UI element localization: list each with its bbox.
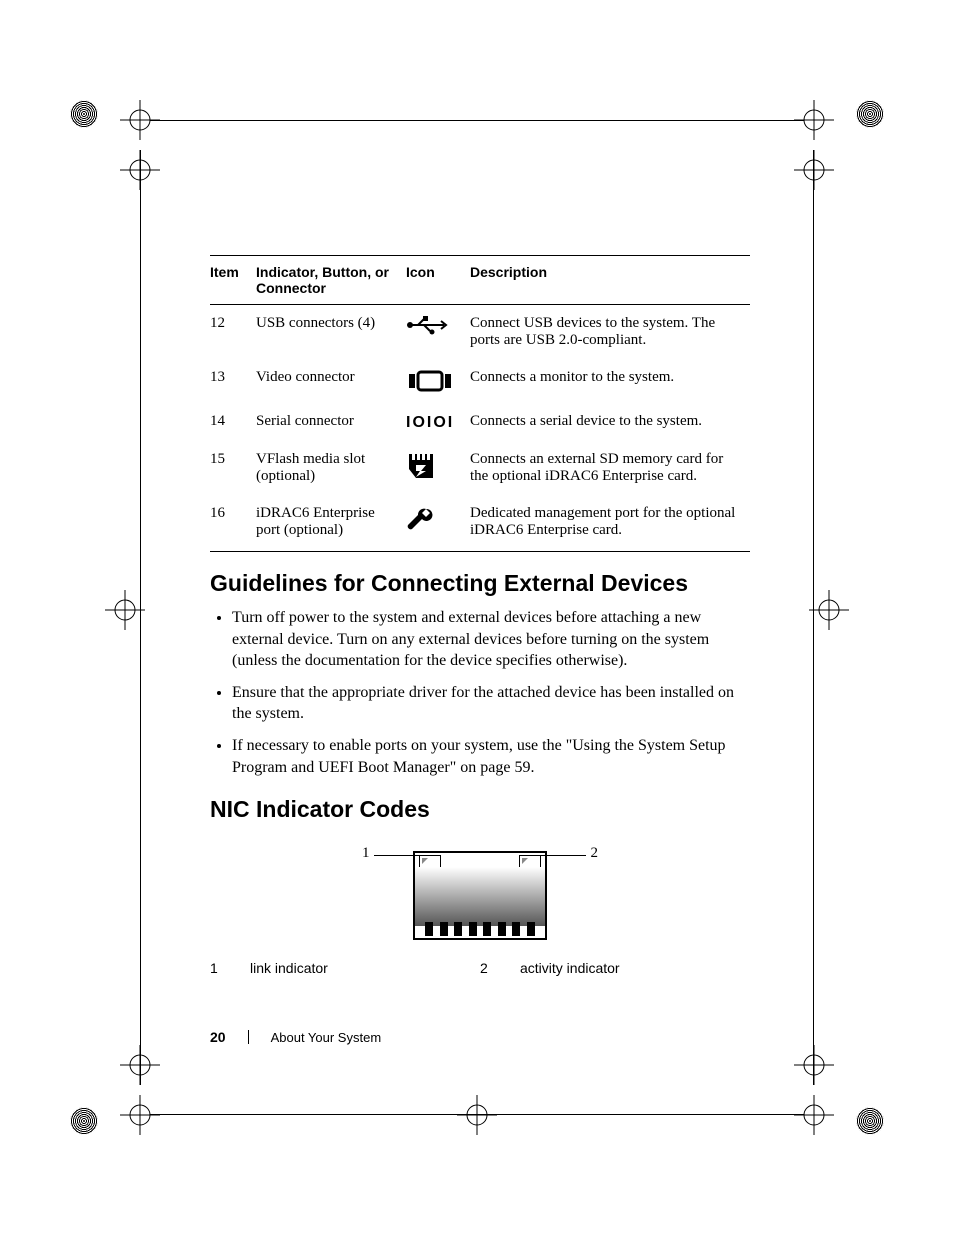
nic-port-graphic [413,851,547,940]
guidelines-heading: Guidelines for Connecting External Devic… [210,570,750,597]
registration-mark [115,95,165,145]
th-icon: Icon [406,256,470,305]
nic-callout-2: 2 [591,845,599,862]
nic-heading: NIC Indicator Codes [210,796,750,823]
registration-mark [789,95,839,145]
nic-callout-legend: 1 link indicator 2 activity indicator [210,960,750,976]
guidelines-list: Turn off power to the system and externa… [232,607,750,778]
cell-description: Connect USB devices to the system. The p… [470,305,750,360]
nic-figure: 1 2 [380,851,580,940]
nic-callout-1: 1 [362,845,370,862]
table-row: 15 VFlash media slot (optional) Connects… [210,441,750,495]
table-row: 16 iDRAC6 Enterprise port (optional) Ded… [210,495,750,552]
cell-description: Connects an external SD memory card for … [470,441,750,495]
footer-separator [248,1030,249,1044]
list-item: Ensure that the appropriate driver for t… [232,682,750,725]
cell-indicator: Serial connector [256,403,406,441]
registration-mark [789,1090,839,1140]
registration-mark [789,145,839,195]
connectors-table: Item Indicator, Button, or Connector Ico… [210,255,750,552]
list-item: If necessary to enable ports on your sys… [232,735,750,778]
crop-line [150,120,804,121]
cell-indicator: Video connector [256,359,406,403]
th-description: Description [470,256,750,305]
cell-item: 16 [210,495,256,552]
cell-item: 14 [210,403,256,441]
registration-mark [115,145,165,195]
table-row: 13 Video connector Connects a monitor to… [210,359,750,403]
cell-item: 12 [210,305,256,360]
registration-dot [70,100,98,128]
registration-mark [115,1090,165,1140]
table-row: 12 USB connectors (4) Connect USB device… [210,305,750,360]
serial-icon: IOIOI [406,403,470,441]
page-content: Item Indicator, Button, or Connector Ico… [210,255,750,976]
cell-indicator: iDRAC6 Enterprise port (optional) [256,495,406,552]
registration-dot [856,1107,884,1135]
page-footer: 20 About Your System [210,1029,381,1045]
page-number: 20 [210,1029,226,1045]
cell-description: Dedicated management port for the option… [470,495,750,552]
registration-dot [856,100,884,128]
cell-description: Connects a monitor to the system. [470,359,750,403]
vflash-icon [406,441,470,495]
svg-text:IOIOI: IOIOI [406,414,454,431]
registration-mark [115,1040,165,1090]
registration-mark [789,1040,839,1090]
video-icon [406,359,470,403]
legend-label: activity indicator [520,960,620,976]
table-row: 14 Serial connector IOIOI Connects a ser… [210,403,750,441]
registration-mark [100,585,150,635]
cell-item: 13 [210,359,256,403]
legend-label: link indicator [250,960,328,976]
wrench-icon [406,495,470,552]
cell-description: Connects a serial device to the system. [470,403,750,441]
cell-indicator: VFlash media slot (optional) [256,441,406,495]
footer-section: About Your System [271,1030,382,1045]
registration-mark [804,585,854,635]
th-indicator: Indicator, Button, or Connector [256,256,406,305]
registration-dot [70,1107,98,1135]
legend-num: 1 [210,960,230,976]
legend-num: 2 [480,960,500,976]
callout-line [541,855,586,856]
usb-icon [406,305,470,360]
th-item: Item [210,256,256,305]
registration-mark [452,1090,502,1140]
cell-item: 15 [210,441,256,495]
list-item: Turn off power to the system and externa… [232,607,750,672]
cell-indicator: USB connectors (4) [256,305,406,360]
